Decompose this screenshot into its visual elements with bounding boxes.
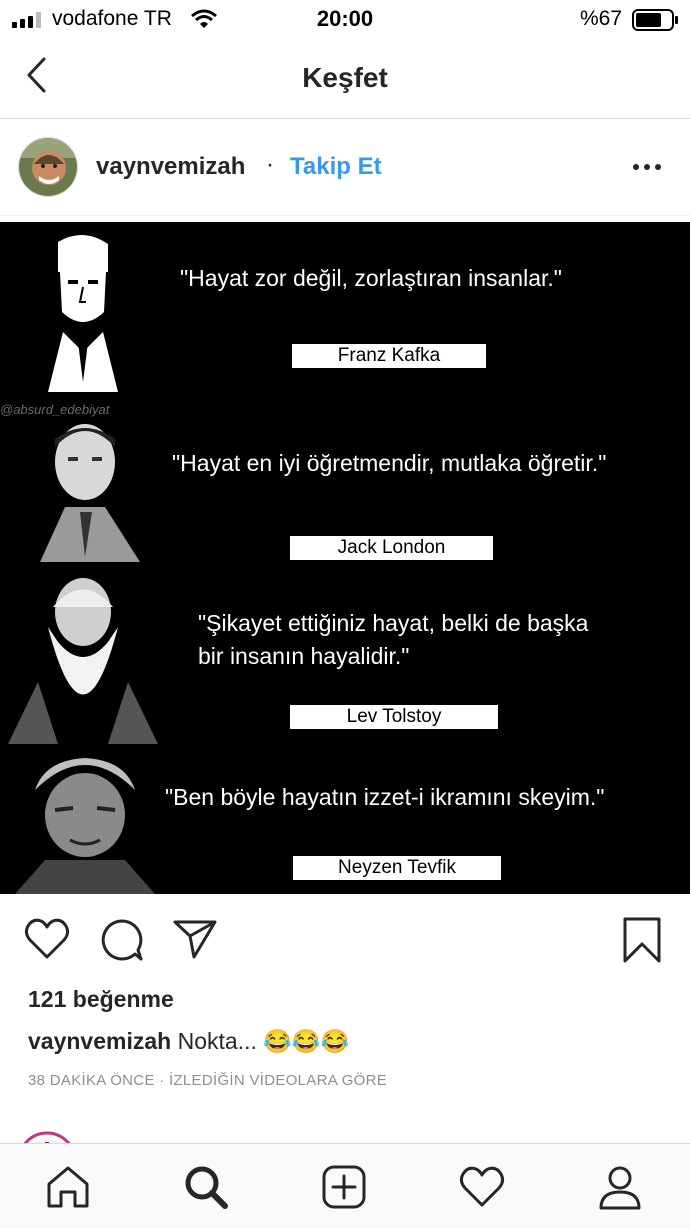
- like-heart-icon[interactable]: [24, 918, 70, 960]
- post-actions: [0, 910, 690, 970]
- portrait-lev-tolstoy: [8, 578, 158, 744]
- home-icon[interactable]: [45, 1164, 91, 1210]
- author-label: Franz Kafka: [292, 344, 486, 368]
- author-label: Jack London: [290, 536, 493, 560]
- add-post-icon[interactable]: [321, 1164, 367, 1210]
- more-options-icon[interactable]: [632, 163, 662, 171]
- separator-dot: ·: [266, 151, 274, 178]
- portrait-neyzen-tevfik: [15, 758, 155, 894]
- profile-icon[interactable]: [597, 1164, 643, 1210]
- activity-heart-icon[interactable]: [459, 1164, 505, 1210]
- post-image[interactable]: @absurd_edebiyat "Hayat zor değil, zorla…: [0, 222, 690, 894]
- follow-button[interactable]: Takip Et: [290, 153, 382, 181]
- bottom-tab-bar: [0, 1143, 690, 1228]
- quote-text: "Ben böyle hayatın izzet-i ikramını skey…: [165, 784, 605, 810]
- page-title: Keşfet: [302, 62, 388, 93]
- post-timestamp: 38 DAKİKA ÖNCE · İZLEDİĞİN VİDEOLARA GÖR…: [28, 1072, 388, 1089]
- quote-text: "Hayat en iyi öğretmendir, mutlaka öğret…: [172, 450, 607, 476]
- author-label: Neyzen Tevfik: [293, 856, 501, 880]
- comment-icon[interactable]: [100, 918, 144, 962]
- caption-text: Nokta... 😂😂😂: [177, 1028, 350, 1054]
- portrait-franz-kafka: [48, 234, 118, 392]
- post-header: vaynvemizah · Takip Et: [0, 119, 690, 216]
- battery-icon: [632, 9, 678, 31]
- image-watermark: @absurd_edebiyat: [0, 402, 110, 417]
- save-bookmark-icon[interactable]: [622, 916, 662, 964]
- quote-text: bir insanın hayalidir.": [198, 643, 410, 669]
- post-username[interactable]: vaynvemizah: [96, 153, 245, 181]
- navigation-bar: Keşfet: [0, 40, 690, 119]
- search-icon[interactable]: [183, 1164, 229, 1210]
- battery-percentage: %67: [580, 7, 623, 30]
- post-caption: vaynvemizah Nokta... 😂😂😂: [28, 1028, 349, 1055]
- like-count[interactable]: 121 beğenme: [28, 986, 174, 1013]
- user-avatar[interactable]: [18, 137, 78, 197]
- quote-text: "Şikayet ettiğiniz hayat, belki de başka: [198, 610, 589, 636]
- status-bar: vodafone TR 20:00 %67: [0, 0, 690, 40]
- caption-username[interactable]: vaynvemizah: [28, 1028, 171, 1054]
- quote-text: "Hayat zor değil, zorlaştıran insanlar.": [180, 265, 562, 291]
- share-paper-plane-icon[interactable]: [172, 918, 218, 960]
- portrait-jack-london: [40, 424, 140, 562]
- author-label: Lev Tolstoy: [290, 705, 498, 729]
